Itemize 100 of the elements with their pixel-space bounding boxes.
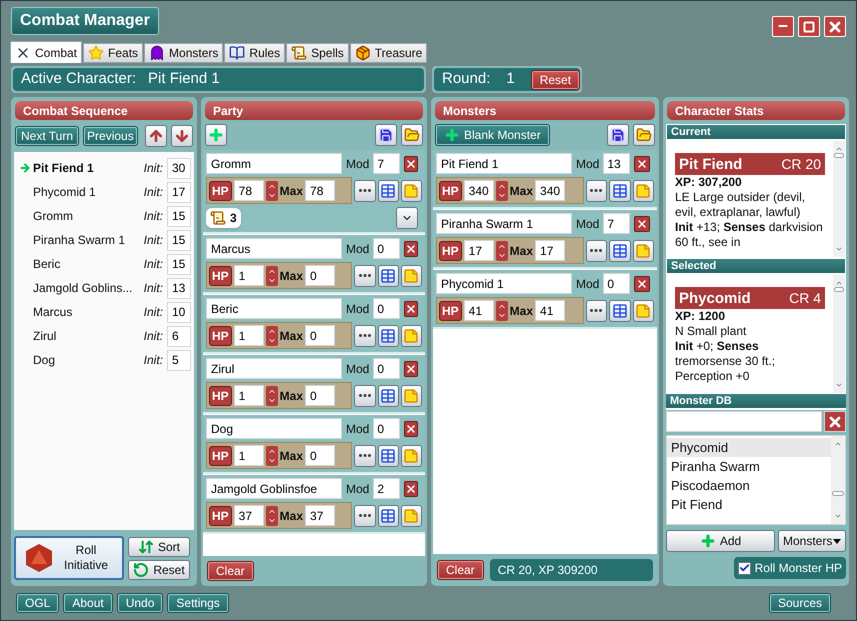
name-field[interactable]: Zirul [206, 358, 342, 379]
table-button[interactable] [378, 264, 399, 286]
table-button[interactable] [609, 240, 631, 262]
more-button[interactable] [354, 444, 376, 466]
remove-button[interactable] [404, 420, 418, 436]
name-field[interactable]: Jamgold Goblinsfoe [206, 478, 342, 499]
name-field[interactable]: Phycomid 1 [436, 273, 572, 294]
more-button[interactable] [586, 300, 608, 322]
init-field[interactable]: 17 [167, 182, 191, 202]
note-button[interactable] [632, 180, 654, 202]
hp-field[interactable]: 37 [234, 505, 264, 526]
note-button[interactable] [632, 300, 654, 322]
max-field[interactable]: 0 [305, 445, 336, 466]
table-button[interactable] [378, 384, 399, 406]
next-turn-button[interactable]: Next Turn [15, 126, 80, 146]
footer-button[interactable]: OGL [16, 593, 60, 613]
name-field[interactable]: Pit Fiend 1 [436, 153, 572, 174]
monster-list-item[interactable]: Piscodaemon [667, 476, 831, 495]
note-button[interactable] [400, 444, 422, 466]
name-field[interactable]: Piranha Swarm 1 [436, 213, 572, 234]
remove-button[interactable] [404, 240, 418, 256]
init-field[interactable]: 15 [167, 206, 191, 226]
tab[interactable]: Combat [10, 41, 82, 63]
name-field[interactable]: Beric [206, 298, 342, 319]
hp-spinner[interactable] [266, 180, 278, 200]
initiative-row[interactable]: Pit Fiend 1 Init: 30 [14, 156, 194, 180]
blank-monster-button[interactable]: Blank Monster [435, 124, 550, 146]
tab[interactable]: Monsters [144, 43, 224, 63]
footer-button[interactable]: About [63, 593, 113, 613]
hp-spinner[interactable] [266, 446, 278, 466]
reset-button[interactable]: Reset [128, 560, 190, 580]
previous-button[interactable]: Previous [83, 126, 138, 146]
expand-button[interactable] [396, 207, 418, 229]
monster-list-item[interactable]: Phycomid [667, 438, 831, 457]
initiative-row[interactable]: Dog Init: 5 [14, 348, 194, 372]
footer-button[interactable]: Settings [167, 593, 229, 613]
save-button[interactable] [607, 124, 629, 146]
add-button[interactable] [205, 124, 227, 146]
scrollbar[interactable] [833, 275, 845, 393]
remove-button[interactable] [634, 276, 650, 292]
more-button[interactable] [354, 324, 376, 346]
hp-spinner[interactable] [266, 266, 278, 286]
roll-initiative-button[interactable]: Roll Initiative [14, 536, 124, 580]
mod-field[interactable]: 13 [603, 153, 630, 174]
remove-button[interactable] [404, 300, 418, 316]
hp-spinner[interactable] [496, 180, 508, 200]
scrollbar[interactable] [833, 141, 845, 257]
table-button[interactable] [378, 324, 399, 346]
table-button[interactable] [609, 300, 631, 322]
clear-monsters-button[interactable]: Clear [437, 560, 484, 580]
monster-list-item[interactable]: Piranha Swarm [667, 457, 831, 476]
hp-spinner[interactable] [266, 326, 278, 346]
hp-field[interactable]: 17 [464, 240, 494, 261]
more-button[interactable] [354, 384, 376, 406]
tab[interactable]: Feats [83, 43, 144, 63]
init-field[interactable]: 10 [167, 302, 191, 322]
hp-spinner[interactable] [496, 300, 508, 320]
note-button[interactable] [400, 180, 422, 202]
move-down-button[interactable] [171, 125, 193, 147]
open-folder-button[interactable] [633, 124, 655, 146]
name-field[interactable]: Gromm [206, 153, 342, 174]
sources-button[interactable]: Sources [768, 593, 831, 613]
sort-button[interactable]: Sort [128, 536, 190, 556]
maximize-button[interactable] [798, 16, 820, 37]
note-button[interactable] [400, 324, 422, 346]
hp-field[interactable]: 1 [234, 325, 264, 346]
tab[interactable]: Treasure [350, 43, 428, 63]
max-field[interactable]: 0 [305, 385, 336, 406]
table-button[interactable] [378, 444, 399, 466]
move-up-button[interactable] [145, 125, 167, 147]
open-folder-button[interactable] [401, 124, 423, 146]
hp-field[interactable]: 1 [234, 445, 264, 466]
initiative-row[interactable]: Beric Init: 15 [14, 252, 194, 276]
hp-field[interactable]: 1 [234, 265, 264, 286]
reset-round-button[interactable]: Reset [530, 70, 580, 90]
init-field[interactable]: 15 [167, 230, 191, 250]
init-field[interactable]: 5 [167, 350, 191, 370]
more-button[interactable] [354, 504, 376, 526]
init-field[interactable]: 13 [167, 278, 191, 298]
save-button[interactable] [375, 124, 397, 146]
initiative-row[interactable]: Jamgold Goblins... Init: 13 [14, 276, 194, 300]
name-field[interactable]: Dog [206, 418, 342, 439]
remove-button[interactable] [634, 156, 650, 172]
hp-spinner[interactable] [266, 506, 278, 526]
remove-button[interactable] [404, 360, 418, 376]
name-field[interactable]: Marcus [206, 238, 342, 259]
table-button[interactable] [609, 180, 631, 202]
more-button[interactable] [354, 180, 376, 202]
clear-search-button[interactable] [824, 411, 846, 432]
mod-field[interactable]: 0 [603, 273, 630, 294]
mod-field[interactable]: 0 [373, 418, 400, 439]
mod-field[interactable]: 0 [373, 358, 400, 379]
scrollbar-thumb[interactable] [834, 153, 844, 158]
initiative-row[interactable]: Phycomid 1 Init: 17 [14, 180, 194, 204]
remove-button[interactable] [404, 480, 418, 496]
note-button[interactable] [400, 264, 422, 286]
scrollbar[interactable] [831, 436, 845, 524]
hp-spinner[interactable] [266, 386, 278, 406]
note-button[interactable] [400, 504, 422, 526]
checkbox[interactable] [738, 562, 751, 574]
